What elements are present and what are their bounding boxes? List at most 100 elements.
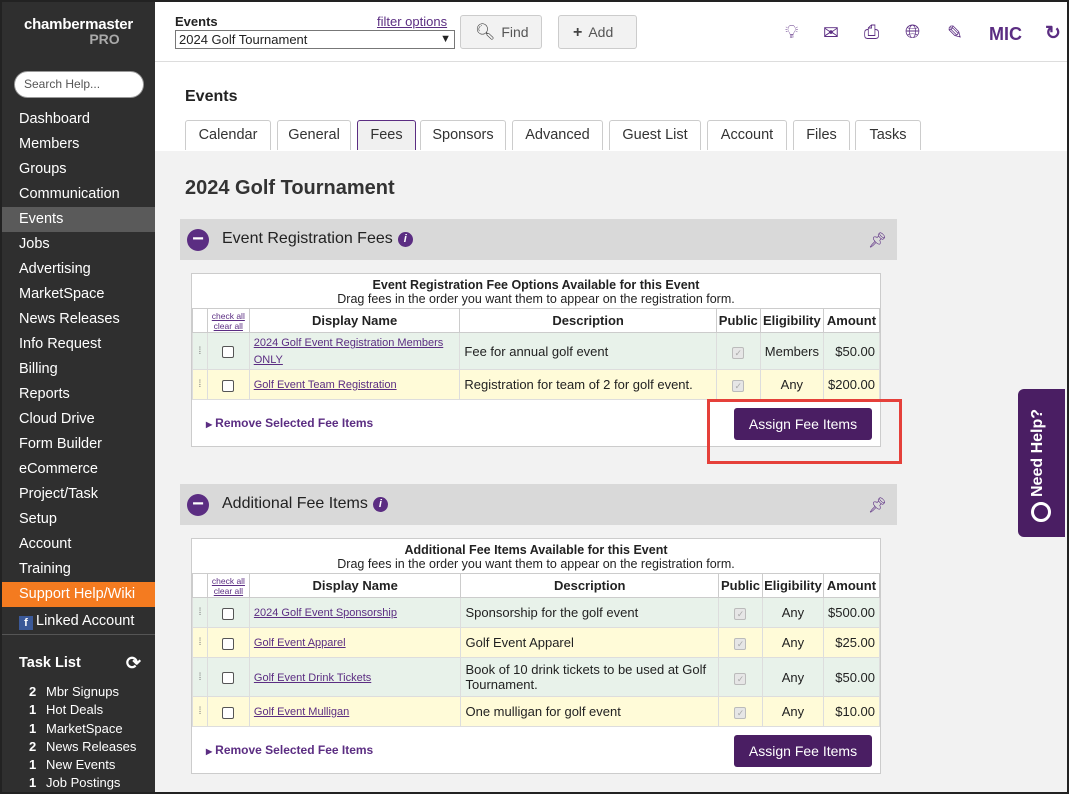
mail-icon[interactable]: ✉ — [823, 22, 839, 45]
event-select[interactable]: 2024 Golf Tournament ▼ — [175, 30, 455, 49]
drag-handle-icon[interactable]: ⁞ — [192, 696, 208, 727]
row-checkbox-cell — [206, 627, 250, 658]
globe-icon[interactable]: 🌐︎ — [905, 22, 920, 44]
fee-name-cell: 2024 Golf Event Sponsorship — [248, 597, 462, 628]
task-item[interactable]: 1 New Events — [19, 757, 154, 775]
tab-account[interactable]: Account — [707, 120, 787, 150]
task-list-title: Task List — [19, 655, 81, 671]
check-all-link[interactable]: check all — [212, 311, 245, 321]
tab-sponsors[interactable]: Sponsors — [420, 120, 506, 150]
drag-handle-icon[interactable]: ⁞ — [192, 657, 208, 697]
refresh-icon[interactable]: ⟳ — [126, 653, 141, 674]
sidebar-item-advertising[interactable]: Advertising — [2, 257, 155, 282]
sidebar-item-project-task[interactable]: Project/Task — [2, 482, 155, 507]
pin-icon[interactable]: 📌︎ — [868, 231, 887, 249]
fee-description: Registration for team of 2 for golf even… — [459, 369, 717, 400]
remove-selected-link[interactable]: ▶ Remove Selected Fee Items — [206, 416, 373, 430]
task-label: New Events — [46, 757, 116, 773]
tab-guest-list[interactable]: Guest List — [609, 120, 701, 150]
sidebar-item-communication[interactable]: Communication — [2, 182, 155, 207]
sidebar-item-members[interactable]: Members — [2, 132, 155, 157]
task-count: 1 — [29, 720, 37, 736]
sidebar-item-marketspace[interactable]: MarketSpace — [2, 282, 155, 307]
filter-options-link[interactable]: filter options — [377, 14, 447, 29]
row-checkbox[interactable] — [222, 637, 235, 650]
sidebar-item-dashboard[interactable]: Dashboard — [2, 107, 155, 132]
sidebar-item-setup[interactable]: Setup — [2, 507, 155, 532]
sidebar-item-events[interactable]: Events — [2, 207, 155, 232]
row-checkbox[interactable] — [222, 346, 235, 359]
sidebar-item-form-builder[interactable]: Form Builder — [2, 432, 155, 457]
drag-handle-icon[interactable]: ⁞ — [192, 369, 208, 400]
task-item[interactable]: 2 News Releases — [19, 739, 154, 757]
print-icon[interactable]: ⎙ — [864, 22, 879, 44]
tab-fees[interactable]: Fees — [357, 120, 416, 150]
search-help-input[interactable]: Search Help... — [14, 71, 144, 98]
task-item[interactable]: 1 Job Postings — [19, 775, 154, 792]
info-icon[interactable]: i — [372, 497, 388, 512]
public-cell: ✓ — [717, 597, 763, 628]
pin-icon[interactable]: 📌︎ — [868, 496, 887, 514]
need-help-label: Need Help? — [1029, 409, 1046, 498]
tab-advanced[interactable]: Advanced — [512, 120, 603, 150]
sidebar-item-support-help[interactable]: Support Help/Wiki — [2, 582, 155, 607]
assign-fee-items-button[interactable]: Assign Fee Items — [734, 735, 872, 767]
user-initials[interactable]: MIC — [989, 24, 1022, 45]
row-checkbox[interactable] — [222, 672, 235, 685]
need-help-tab[interactable]: Need Help? — [1018, 389, 1065, 537]
task-item[interactable]: 2 Mbr Signups — [19, 684, 154, 702]
fee-eligibility: Any — [761, 696, 824, 727]
sidebar-item-reports[interactable]: Reports — [2, 382, 155, 407]
task-item[interactable]: 1 Hot Deals — [19, 702, 154, 720]
fee-name-link[interactable]: 2024 Golf Event Registration Members ONL… — [254, 337, 444, 366]
sidebar-item-billing[interactable]: Billing — [2, 357, 155, 382]
task-item[interactable]: 1 MarketSpace — [19, 721, 154, 739]
collapse-icon[interactable]: − — [187, 229, 209, 251]
fee-name-link[interactable]: Golf Event Drink Tickets — [254, 672, 371, 684]
sidebar-item-info-request[interactable]: Info Request — [2, 332, 155, 357]
drag-handle-icon[interactable]: ⁞ — [192, 332, 208, 370]
column-header-display-name: Display Name — [248, 308, 461, 333]
event-name-heading: 2024 Golf Tournament — [185, 177, 395, 199]
clear-all-link[interactable]: clear all — [214, 586, 243, 596]
sidebar-item-linked-account[interactable]: f Linked Account — [2, 607, 155, 635]
tab-calendar[interactable]: Calendar — [185, 120, 271, 150]
tab-files[interactable]: Files — [793, 120, 850, 150]
drag-handle-icon[interactable]: ⁞ — [192, 627, 208, 658]
fee-eligibility: Members — [759, 332, 824, 370]
fee-name-link[interactable]: 2024 Golf Event Sponsorship — [254, 607, 397, 619]
sidebar-item-groups[interactable]: Groups — [2, 157, 155, 182]
row-checkbox-cell — [206, 696, 250, 727]
add-button[interactable]: + Add — [558, 15, 637, 49]
logo: chambermaster PRO — [2, 2, 155, 64]
task-label: Job Postings — [46, 775, 121, 791]
fee-name-link[interactable]: Golf Event Apparel — [254, 637, 346, 649]
refresh-icon[interactable]: ↻ — [1045, 22, 1061, 45]
collapse-icon[interactable]: − — [187, 494, 209, 516]
clear-all-link[interactable]: clear all — [214, 321, 243, 331]
sidebar-item-training[interactable]: Training — [2, 557, 155, 582]
find-button[interactable]: 🔍︎ Find — [460, 15, 542, 49]
fee-name-link[interactable]: Golf Event Team Registration — [254, 379, 397, 391]
sidebar-item-ecommerce[interactable]: eCommerce — [2, 457, 155, 482]
row-checkbox[interactable] — [222, 706, 235, 719]
registration-caption-title: Event Registration Fee Options Available… — [372, 278, 700, 292]
row-checkbox[interactable] — [222, 607, 235, 620]
sidebar-item-cloud-drive[interactable]: Cloud Drive — [2, 407, 155, 432]
tab-tasks[interactable]: Tasks — [855, 120, 921, 150]
caret-right-icon: ▶ — [206, 747, 213, 756]
sidebar-item-account[interactable]: Account — [2, 532, 155, 557]
sidebar-item-news-releases[interactable]: News Releases — [2, 307, 155, 332]
check-all-link[interactable]: check all — [212, 576, 245, 586]
lightbulb-icon[interactable]: 💡︎ — [785, 22, 798, 44]
drag-handle-icon[interactable]: ⁞ — [192, 597, 208, 628]
fee-row: ⁞ 2024 Golf Event Sponsorship Sponsorship … — [192, 597, 881, 628]
sidebar-item-jobs[interactable]: Jobs — [2, 232, 155, 257]
fee-name-cell: Golf Event Mulligan — [248, 696, 462, 727]
pencil-icon[interactable]: ✎ — [947, 22, 963, 45]
remove-selected-link[interactable]: ▶ Remove Selected Fee Items — [206, 743, 373, 757]
info-icon[interactable]: i — [397, 232, 413, 247]
fee-name-link[interactable]: Golf Event Mulligan — [254, 706, 349, 718]
tab-general[interactable]: General — [277, 120, 351, 150]
row-checkbox[interactable] — [222, 379, 235, 392]
